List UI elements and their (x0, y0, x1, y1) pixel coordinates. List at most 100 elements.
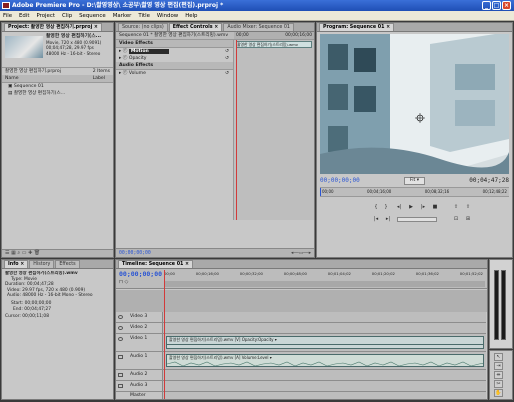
toggle-output-icon[interactable] (118, 337, 123, 341)
track-video-3: Video 3 (116, 312, 486, 323)
timeline-timecode[interactable]: 00;00;00;00 (119, 270, 162, 278)
toggle-output-icon[interactable] (118, 326, 123, 330)
extract-icon[interactable]: ⇪ (464, 204, 472, 210)
fx-icon: ▸ ⓕ (119, 71, 129, 76)
timeline-ruler[interactable]: 00;00 00;00;16;00 00;00;32;00 00;00;48;0… (164, 270, 485, 279)
program-playhead[interactable] (320, 188, 321, 196)
program-monitor: Program: Sequence 01 × 00;00;00;00 Fit ▾… (316, 22, 513, 258)
fit-dropdown[interactable]: Fit ▾ (403, 176, 426, 185)
track-select-tool-icon[interactable]: ⇥ (494, 362, 503, 370)
opacity-keyline[interactable] (167, 344, 483, 345)
go-to-in-icon[interactable]: |◂ (372, 216, 380, 222)
column-name[interactable]: Name (5, 75, 19, 82)
mark-out-icon[interactable]: } (382, 204, 390, 210)
project-list-header: Name Label (2, 75, 113, 83)
project-item-count: 2 Items (92, 69, 110, 74)
menu-file[interactable]: File (3, 13, 12, 19)
stop-icon[interactable]: ■ (431, 204, 439, 210)
speaker-icon[interactable] (118, 355, 123, 359)
premiere-app-icon (2, 2, 10, 9)
step-forward-icon[interactable]: |▸ (419, 204, 427, 210)
zoom-slider-icon[interactable]: ◂──▭──▸ (291, 251, 311, 256)
speaker-icon[interactable] (118, 373, 123, 377)
timeline-tab[interactable]: Timeline: Sequence 01 × (118, 260, 194, 268)
timeline-panel: Timeline: Sequence 01 × 00;00;00;00 ⊓ ◇ … (115, 259, 488, 400)
info-tab[interactable]: Info × (4, 260, 29, 268)
lift-icon[interactable]: ⇧ (452, 204, 460, 210)
program-time-ruler[interactable]: 00;00 00;04;16;00 00;08;32;16 00;12;48;2… (320, 187, 509, 197)
minimize-button[interactable]: _ (482, 1, 491, 10)
ec-timecode[interactable]: 00;00;00;00 (119, 251, 151, 256)
fx-icon: ▸ ⓕ (119, 56, 129, 61)
track-label: Audio 3 (130, 383, 148, 388)
audio-mixer-tab[interactable]: Audio Mixer: Sequence 01 (223, 23, 294, 31)
ripple-edit-tool-icon[interactable]: ⇹ (494, 371, 503, 379)
step-back-icon[interactable]: ◂| (395, 204, 403, 210)
column-label[interactable]: Label (93, 75, 105, 82)
track-label: Video 2 (130, 325, 148, 330)
project-file-name: 촬영한 영상 편집하기.prproj (5, 69, 62, 74)
maximize-button[interactable]: □ (492, 1, 501, 10)
play-icon[interactable]: ▶ (407, 204, 415, 210)
playhead-line (236, 40, 237, 220)
track-audio-1: Audio 1 촬영한 영상 편집하기(스트리밍).wmv [A] Volume… (116, 352, 486, 370)
program-current-time[interactable]: 00;00;00;00 (320, 177, 360, 184)
go-to-out-icon[interactable]: ▸| (384, 216, 392, 222)
program-tab[interactable]: Program: Sequence 01 × (319, 23, 395, 31)
clip-info-line: 48000 Hz - 16-bit - Stereo (46, 50, 101, 56)
export-frame-icon[interactable]: ⊞ (464, 216, 472, 222)
fx-icon: ▸ ⓕ (119, 49, 129, 54)
trim-icon[interactable]: ⊡ (452, 216, 460, 222)
selection-tool-icon[interactable]: ↖ (494, 353, 503, 361)
project-item-clip[interactable]: ▤ 촬영한 영상 편집하기(스... (2, 90, 113, 97)
audio-meter-right (501, 270, 506, 340)
toggle-output-icon[interactable] (118, 315, 123, 319)
menu-title[interactable]: Title (138, 13, 150, 19)
opacity-effect-row[interactable]: ▸ ⓕ Opacity ↺ (116, 55, 233, 62)
shuttle-slider[interactable] (397, 217, 437, 222)
ec-ruler-end: 00;00;16;00 (285, 33, 312, 38)
menu-window[interactable]: Window (157, 13, 178, 19)
volume-effect-row[interactable]: ▸ ⓕ Volume ↺ (116, 70, 233, 77)
source-tab[interactable]: Source: (no clips) (118, 23, 168, 31)
menu-project[interactable]: Project (36, 13, 54, 19)
reset-icon[interactable]: ↺ (225, 48, 229, 55)
close-button[interactable]: × (502, 1, 511, 10)
track-audio-3: Audio 3 (116, 381, 486, 392)
menu-sequence[interactable]: Sequence (79, 13, 106, 19)
menu-clip[interactable]: Clip (62, 13, 72, 19)
audio-clip[interactable]: 촬영한 영상 편집하기(스트리밍).wmv [A] Volume:Level ▾ (166, 354, 484, 367)
program-video-frame[interactable] (320, 34, 509, 174)
snap-icon[interactable]: ⊓ ◇ (119, 279, 128, 285)
work-area-bar[interactable] (164, 281, 485, 287)
timeline-playhead[interactable] (164, 270, 165, 399)
tools-panel: ↖ ⇥ ⇹ ✂ ✋ (489, 350, 513, 400)
ec-clip-bar[interactable]: 촬영한 영상 편집하기(스트리밍).wmv (236, 41, 312, 48)
reset-icon[interactable]: ↺ (225, 55, 229, 62)
effects-tab[interactable]: Effects (55, 260, 80, 268)
track-label: Video 3 (130, 314, 148, 319)
hand-tool-icon[interactable]: ✋ (494, 389, 503, 397)
effect-controls-tab[interactable]: Effect Controls × (168, 23, 223, 31)
project-tab[interactable]: Project: 촬영한 영상 편집하기.prproj × (4, 23, 102, 31)
info-line: Cursor: 00;00;11;08 (5, 314, 50, 320)
reset-icon[interactable]: ↺ (225, 70, 229, 77)
video-clip[interactable]: 촬영한 영상 편집하기(스트리밍).wmv [V] Opacity:Opacit… (166, 336, 484, 349)
project-panel: Project: 촬영한 영상 편집하기.prproj × 촬영한 영상 편집하… (1, 22, 114, 258)
audio-meters-panel (489, 259, 513, 349)
menu-marker[interactable]: Marker (113, 13, 132, 19)
speaker-icon[interactable] (118, 384, 123, 388)
track-label: Audio 1 (130, 354, 148, 359)
delete-icon[interactable]: 🗑 (34, 250, 40, 256)
mark-in-icon[interactable]: { (372, 204, 380, 210)
track-label: Audio 2 (130, 372, 148, 377)
clip-thumbnail (5, 36, 43, 58)
history-tab[interactable]: History (29, 260, 55, 268)
menu-help[interactable]: Help (185, 13, 197, 19)
razor-tool-icon[interactable]: ✂ (494, 380, 503, 388)
track-label: Master (130, 393, 146, 398)
motion-effect-row[interactable]: ▸ ⓕ Motion ↺ (116, 48, 233, 55)
video-effects-header: Video Effects (116, 40, 233, 48)
menu-edit[interactable]: Edit (19, 13, 29, 19)
project-item-sequence[interactable]: ▣ Sequence 01 (2, 83, 113, 90)
